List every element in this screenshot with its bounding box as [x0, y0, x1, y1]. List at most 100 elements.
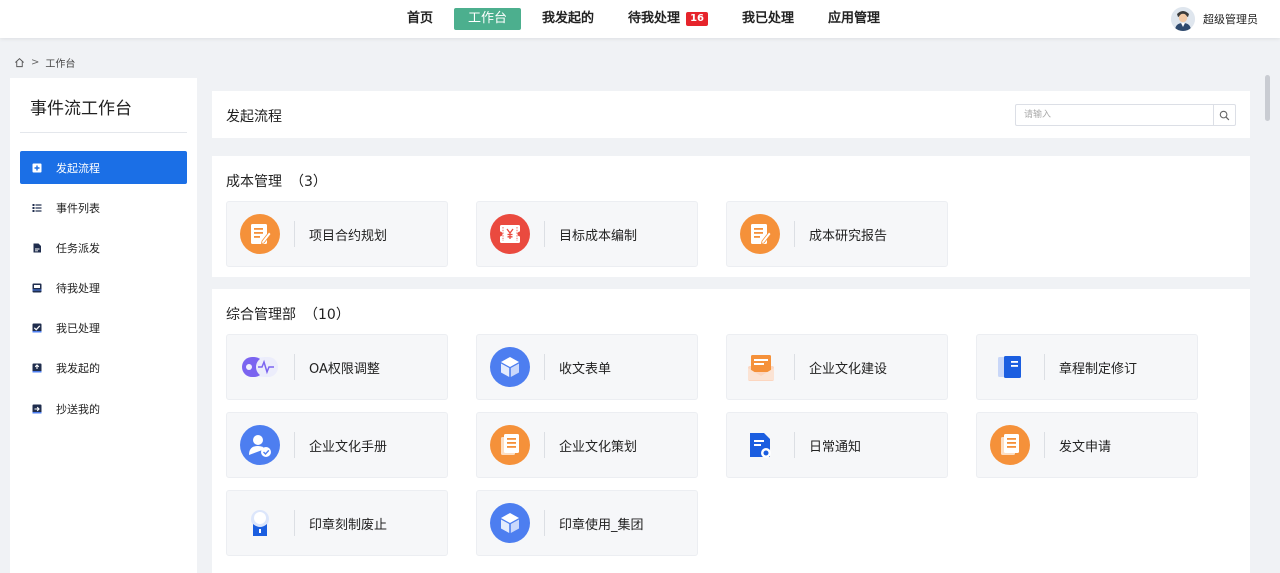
search-box — [1015, 104, 1236, 126]
user-menu[interactable]: 超级管理员 — [1171, 0, 1258, 38]
top-navbar: 首页 工作台 我发起的 待我处理 16 我已处理 应用管理 超级管理员 — [0, 0, 1280, 38]
user-check-icon — [240, 425, 280, 465]
breadcrumb: > 工作台 — [14, 55, 76, 70]
inbox-icon — [32, 283, 42, 293]
group-count: （10） — [304, 307, 350, 323]
sidebar-item-initiated[interactable]: 我发起的 — [20, 352, 187, 385]
sidebar-menu: 发起流程 事件列表 任务派发 待我处理 我已处理 我发起的 抄送我的 — [20, 151, 187, 432]
process-card[interactable]: 印章刻制废止 — [226, 490, 448, 556]
process-card[interactable]: 成本研究报告 — [726, 201, 948, 267]
process-card[interactable]: 章程制定修订 — [976, 334, 1198, 400]
process-card[interactable]: 企业文化策划 — [476, 412, 698, 478]
cc-box-icon — [32, 404, 42, 414]
nav-pending[interactable]: 待我处理 16 — [615, 8, 721, 30]
card-label: OA权限调整 — [309, 361, 380, 377]
card-label: 成本研究报告 — [809, 228, 888, 244]
nav-home-label: 首页 — [407, 11, 434, 26]
sidebar: 事件流工作台 发起流程 事件列表 任务派发 待我处理 我已处理 我发起的 抄送我… — [10, 78, 197, 573]
card-label: 目标成本编制 — [559, 228, 638, 244]
nav-processed[interactable]: 我已处理 — [729, 8, 807, 30]
nav-home[interactable]: 首页 — [394, 8, 446, 30]
group-cost-management: 成本管理 （3） 项目合约规划 目标成本编制 成本研究报告 — [212, 156, 1250, 277]
card-label: 收文表单 — [559, 361, 612, 377]
user-name: 超级管理员 — [1203, 13, 1258, 26]
plus-square-icon — [32, 163, 42, 172]
book-icon — [998, 356, 1021, 378]
group-title: 成本管理 （3） — [226, 171, 327, 191]
avatar — [1171, 7, 1195, 31]
card-divider — [544, 354, 545, 380]
process-card[interactable]: 企业文化手册 — [226, 412, 448, 478]
group-count: （3） — [290, 174, 327, 190]
group-title: 综合管理部 （10） — [226, 304, 350, 324]
sidebar-item-label: 事件列表 — [56, 201, 100, 215]
sidebar-item-event-list[interactable]: 事件列表 — [20, 191, 187, 224]
group-title-text: 综合管理部 — [226, 307, 296, 323]
sidebar-item-label: 发起流程 — [56, 161, 100, 175]
nav-app-management[interactable]: 应用管理 — [815, 8, 893, 30]
search-button[interactable] — [1213, 105, 1235, 125]
check-box-icon — [32, 323, 42, 333]
nav-initiated-label: 我发起的 — [542, 11, 595, 26]
process-card[interactable]: 发文申请 — [976, 412, 1198, 478]
group-title-text: 成本管理 — [226, 174, 282, 190]
card-label: 日常通知 — [809, 439, 862, 455]
sidebar-item-task-dispatch[interactable]: 任务派发 — [20, 231, 187, 264]
card-label: 印章使用_集团 — [559, 517, 644, 533]
sidebar-item-cc[interactable]: 抄送我的 — [20, 392, 187, 425]
card-label: 企业文化手册 — [309, 439, 388, 455]
card-divider — [544, 432, 545, 458]
mail-envelope-icon — [748, 355, 774, 381]
search-input[interactable] — [1016, 105, 1213, 125]
user-avatar-icon — [1171, 7, 1195, 31]
sidebar-item-processed[interactable]: 我已处理 — [20, 312, 187, 345]
process-card[interactable]: 日常通知 — [726, 412, 948, 478]
card-label: 章程制定修订 — [1059, 361, 1138, 377]
document-icon — [33, 243, 41, 253]
card-divider — [1044, 432, 1045, 458]
process-card[interactable]: 印章使用_集团 — [476, 490, 698, 556]
card-divider — [794, 221, 795, 247]
card-divider — [294, 510, 295, 536]
card-label: 印章刻制废止 — [309, 517, 388, 533]
cube-icon — [490, 503, 530, 543]
coupon-icon — [490, 214, 530, 254]
file-lines-icon — [490, 425, 530, 465]
seal-person-icon — [251, 510, 269, 536]
card-divider — [794, 354, 795, 380]
nav-processed-label: 我已处理 — [741, 11, 794, 26]
pending-count-badge: 16 — [686, 12, 708, 26]
nav-initiated[interactable]: 我发起的 — [529, 8, 607, 30]
page-title: 发起流程 — [226, 109, 282, 125]
nav-app-management-label: 应用管理 — [828, 11, 881, 26]
nav-workbench[interactable]: 工作台 — [454, 8, 522, 30]
main-nav: 首页 工作台 我发起的 待我处理 16 我已处理 应用管理 — [394, 0, 893, 38]
home-icon[interactable] — [14, 57, 25, 68]
card-divider — [1044, 354, 1045, 380]
page-scrollbar[interactable] — [1265, 75, 1270, 121]
sidebar-item-pending[interactable]: 待我处理 — [20, 272, 187, 305]
sidebar-item-label: 我已处理 — [56, 322, 100, 336]
sidebar-divider — [20, 132, 187, 133]
group-general-management: 综合管理部 （10） OA权限调整 收文表单 企业文化建设 章程制定修订 企业文化… — [212, 289, 1250, 573]
process-card[interactable]: OA权限调整 — [226, 334, 448, 400]
process-card[interactable]: 目标成本编制 — [476, 201, 698, 267]
search-icon — [1219, 110, 1230, 120]
sidebar-item-launch[interactable]: 发起流程 — [20, 151, 187, 184]
nav-pending-label: 待我处理 — [628, 11, 681, 26]
toggle-pulse-icon — [242, 357, 278, 377]
cube-icon — [490, 347, 530, 387]
card-divider — [294, 354, 295, 380]
launch-header: 发起流程 — [212, 91, 1250, 138]
sidebar-title: 事件流工作台 — [30, 99, 132, 119]
breadcrumb-current: 工作台 — [45, 58, 76, 70]
edit-doc-icon — [740, 214, 780, 254]
process-card[interactable]: 收文表单 — [476, 334, 698, 400]
card-divider — [544, 510, 545, 536]
sidebar-item-label: 任务派发 — [56, 241, 100, 255]
process-card[interactable]: 企业文化建设 — [726, 334, 948, 400]
card-label: 发文申请 — [1059, 439, 1112, 455]
file-badge-icon — [750, 433, 771, 458]
sidebar-item-label: 我发起的 — [56, 362, 100, 376]
process-card[interactable]: 项目合约规划 — [226, 201, 448, 267]
